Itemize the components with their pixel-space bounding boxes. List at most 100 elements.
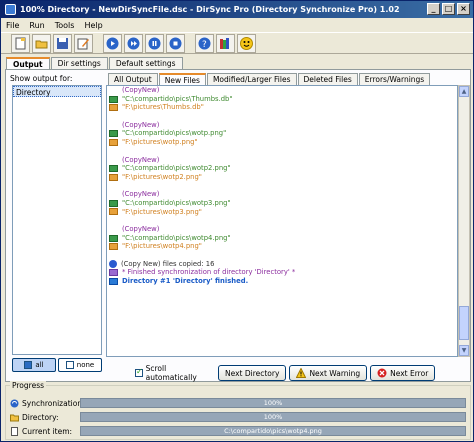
window-title: 100% Directory - NewDirSyncFile.dsc - Di…	[20, 5, 400, 14]
open-button[interactable]	[32, 33, 51, 53]
scroll-up-arrow-icon[interactable]: ▲	[459, 86, 469, 97]
directory-list[interactable]: Directory	[12, 85, 102, 355]
sync-progress-bar: 100%	[80, 398, 466, 408]
pause-button[interactable]	[145, 33, 164, 53]
log-line: "C:\compartido\pics\Thumbs.db"	[109, 95, 457, 104]
tab-default-settings[interactable]: Default settings	[108, 57, 183, 69]
auto-scroll-toggle[interactable]: Scroll automatically	[135, 364, 215, 382]
log-line: (CopyNew)	[109, 156, 457, 165]
tab-deleted-files[interactable]: Deleted Files	[297, 73, 358, 85]
log-line: (CopyNew)	[109, 225, 457, 234]
next-warning-button[interactable]: Next Warning	[289, 365, 368, 381]
directory-finished-icon	[109, 277, 118, 285]
folder-icon	[10, 414, 19, 421]
log-line: Directory #1 'Directory' finished.	[109, 277, 457, 286]
new-file-button[interactable]	[11, 33, 30, 53]
log-line: * Finished synchronization of directory …	[109, 268, 457, 277]
sync-finished-icon	[109, 269, 118, 277]
none-checkbox-icon	[65, 361, 74, 369]
log-line-text: "F:\pictures\wotp3.png"	[122, 207, 202, 216]
target-file-icon	[109, 138, 118, 146]
next-directory-button[interactable]: Next Directory	[218, 365, 287, 381]
source-file-icon	[109, 130, 118, 138]
log-line: "C:\compartido\pics\wotp2.png"	[109, 164, 457, 173]
auto-scroll-checkbox[interactable]	[135, 367, 143, 377]
log-line-text: "F:\pictures\wotp4.png"	[122, 242, 202, 251]
tab-dir-settings[interactable]: Dir settings	[50, 57, 108, 69]
app-window: 100% Directory - NewDirSyncFile.dsc - Di…	[0, 0, 474, 442]
manual-button[interactable]	[216, 33, 235, 53]
log-line-text: "F:\pictures\wotp.png"	[122, 138, 198, 147]
log-line-text: (Copy New) files copied: 16	[121, 259, 215, 268]
window-controls: _ □ ×	[427, 3, 470, 15]
log-line-text: "C:\compartido\pics\Thumbs.db"	[122, 94, 233, 103]
save-button[interactable]	[53, 33, 72, 53]
maximize-button[interactable]: □	[442, 3, 455, 15]
tab-new-files[interactable]: New Files	[158, 73, 206, 85]
sync-button[interactable]	[124, 33, 143, 53]
tab-errors-warnings[interactable]: Errors/Warnings	[358, 73, 431, 85]
warning-icon	[296, 368, 307, 378]
directory-progress-label: Directory:	[22, 412, 59, 422]
analyze-button[interactable]	[103, 33, 122, 53]
progress-section: Progress Synchronization: 100% Directory…	[5, 381, 471, 440]
menu-tools[interactable]: Tools	[55, 21, 75, 30]
edit-icon	[77, 38, 89, 49]
next-error-button[interactable]: Next Error	[370, 365, 436, 381]
menu-file[interactable]: File	[6, 21, 19, 30]
scroll-thumb[interactable]	[459, 306, 469, 340]
log-line-text: "F:\pictures\Thumbs.db"	[122, 103, 204, 112]
log-line-text: "C:\compartido\pics\wotp.png"	[122, 129, 227, 138]
log-line: "C:\compartido\pics\wotp4.png"	[109, 234, 457, 243]
file-icon	[11, 426, 18, 436]
log-line-text: (CopyNew)	[122, 155, 160, 164]
directory-progress-bar: 100%	[80, 412, 466, 422]
log-output-area[interactable]: (CopyNew) "C:\compartido\pics\Thumbs.db" "…	[106, 85, 458, 357]
scroll-down-arrow-icon[interactable]: ▼	[459, 345, 469, 356]
play-analyze-icon	[106, 37, 119, 49]
list-item-directory[interactable]: Directory	[13, 86, 101, 97]
navigation-controls: Scroll automatically Next Directory Next…	[135, 364, 436, 382]
output-sub-tabs: All Output New Files Modified/Larger Fil…	[108, 73, 431, 85]
tab-modified-files[interactable]: Modified/Larger Files	[206, 73, 297, 85]
log-line-text: (CopyNew)	[122, 225, 160, 233]
log-lines: (CopyNew) "C:\compartido\pics\Thumbs.db" "…	[109, 86, 457, 286]
tab-all-output[interactable]: All Output	[108, 73, 158, 85]
target-file-icon	[109, 104, 118, 112]
log-line: "F:\pictures\wotp4.png"	[109, 242, 457, 251]
log-line-text: "C:\compartido\pics\wotp4.png"	[122, 233, 231, 242]
log-line-text: "C:\compartido\pics\wotp3.png"	[122, 198, 231, 207]
log-line-text: Directory #1 'Directory' finished.	[122, 277, 249, 286]
log-line-text: (CopyNew)	[122, 86, 160, 94]
current-item-label: Current item:	[22, 426, 73, 436]
menu-run[interactable]: Run	[29, 21, 44, 30]
title-bar: 100% Directory - NewDirSyncFile.dsc - Di…	[1, 1, 473, 18]
tab-output[interactable]: Output	[6, 57, 50, 69]
all-button[interactable]: all	[12, 358, 56, 372]
sync-progress-text: 100%	[263, 399, 283, 407]
help-button[interactable]: ?	[195, 33, 214, 53]
sync-icon	[10, 399, 19, 407]
close-button[interactable]: ×	[457, 3, 470, 15]
progress-title: Progress	[10, 381, 47, 390]
about-button[interactable]	[237, 33, 256, 53]
next-error-label: Next Error	[390, 368, 429, 378]
minimize-button[interactable]: _	[427, 3, 440, 15]
log-line-text: "F:\pictures\wotp2.png"	[122, 172, 202, 181]
stop-icon	[169, 37, 182, 49]
none-label: none	[76, 361, 95, 369]
source-file-icon	[109, 199, 118, 207]
stop-button[interactable]	[166, 33, 185, 53]
log-line: "F:\pictures\Thumbs.db"	[109, 103, 457, 112]
sync-progress-label: Synchronization:	[22, 398, 85, 408]
log-scrollbar[interactable]: ▲ ▼	[458, 85, 470, 357]
save-icon	[57, 37, 68, 49]
log-line-text: * Finished synchronization of directory …	[122, 268, 296, 277]
none-button[interactable]: none	[58, 358, 102, 372]
main-tabs: Output Dir settings Default settings	[6, 57, 183, 69]
edit-button[interactable]	[74, 33, 93, 53]
menu-help[interactable]: Help	[84, 21, 102, 30]
